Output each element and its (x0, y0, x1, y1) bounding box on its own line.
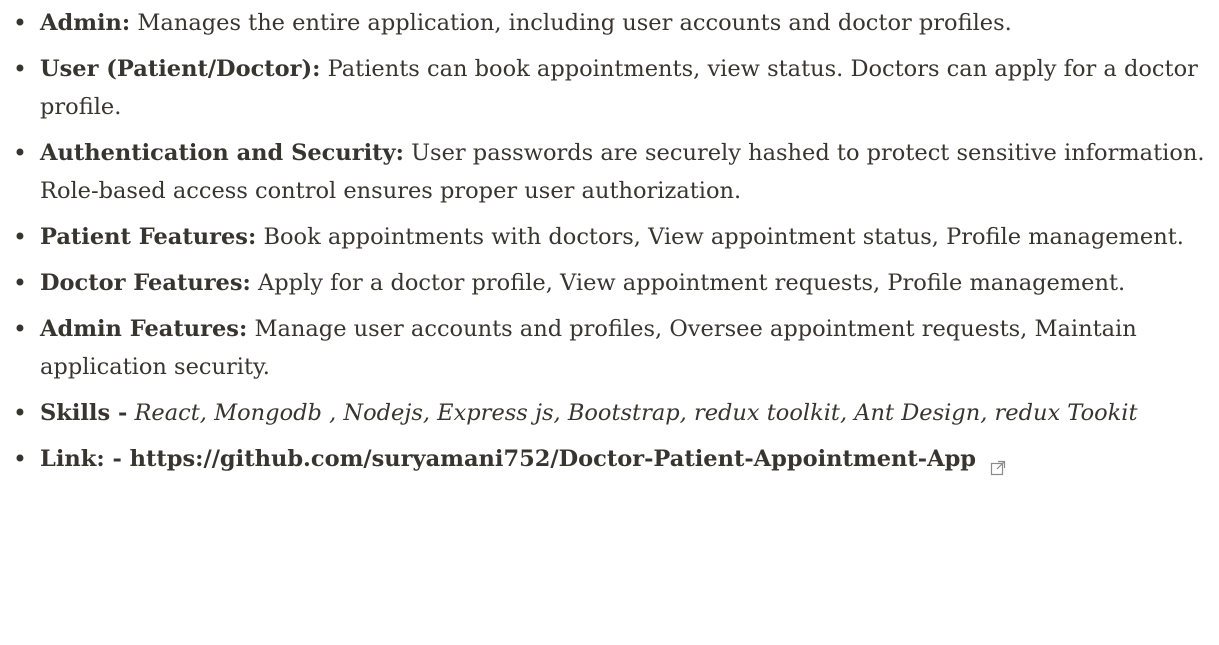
item-label: Admin Features: (40, 316, 248, 342)
item-text: Apply for a doctor profile, View appoint… (258, 270, 1126, 296)
link-row: Link: - https://github.com/suryamani752/… (40, 446, 984, 472)
external-link-icon-svg (990, 460, 1005, 476)
feature-list: • Admin: Manages the entire application,… (0, 0, 1219, 478)
bullet: • (12, 223, 28, 251)
list-item-doctor-features: • Doctor Features: Apply for a doctor pr… (0, 264, 1219, 302)
bullet: • (12, 139, 28, 167)
external-link-icon[interactable] (990, 450, 1006, 476)
list-item-skills: • Skills - React, Mongodb , Nodejs, Expr… (0, 394, 1219, 432)
item-label: Doctor Features: (40, 270, 251, 296)
item-label: User (Patient/Doctor): (40, 56, 321, 82)
link-label: Link: - (40, 446, 122, 472)
item-text: Manages the entire application, includin… (137, 10, 1012, 36)
bullet: • (12, 269, 28, 297)
item-label: Authentication and Security: (40, 140, 404, 166)
list-item-patient-features: • Patient Features: Book appointments wi… (0, 218, 1219, 256)
list-item-link: • Link: - https://github.com/suryamani75… (0, 440, 1219, 478)
list-item-admin: • Admin: Manages the entire application,… (0, 4, 1219, 42)
skills-text: React, Mongodb , Nodejs, Express js, Boo… (134, 400, 1138, 426)
bullet: • (12, 445, 28, 473)
item-text: Book appointments with doctors, View app… (263, 224, 1184, 250)
bullet: • (12, 315, 28, 343)
bullet: • (12, 9, 28, 37)
bullet: • (12, 55, 28, 83)
list-item-user: • User (Patient/Doctor): Patients can bo… (0, 50, 1219, 126)
item-label: Admin: (40, 10, 131, 36)
list-item-admin-features: • Admin Features: Manage user accounts a… (0, 310, 1219, 386)
bullet: • (12, 399, 28, 427)
skills-label: Skills - (40, 400, 128, 426)
list-item-authentication: • Authentication and Security: User pass… (0, 134, 1219, 210)
github-link[interactable]: https://github.com/suryamani752/Doctor-P… (130, 446, 976, 472)
item-label: Patient Features: (40, 224, 257, 250)
